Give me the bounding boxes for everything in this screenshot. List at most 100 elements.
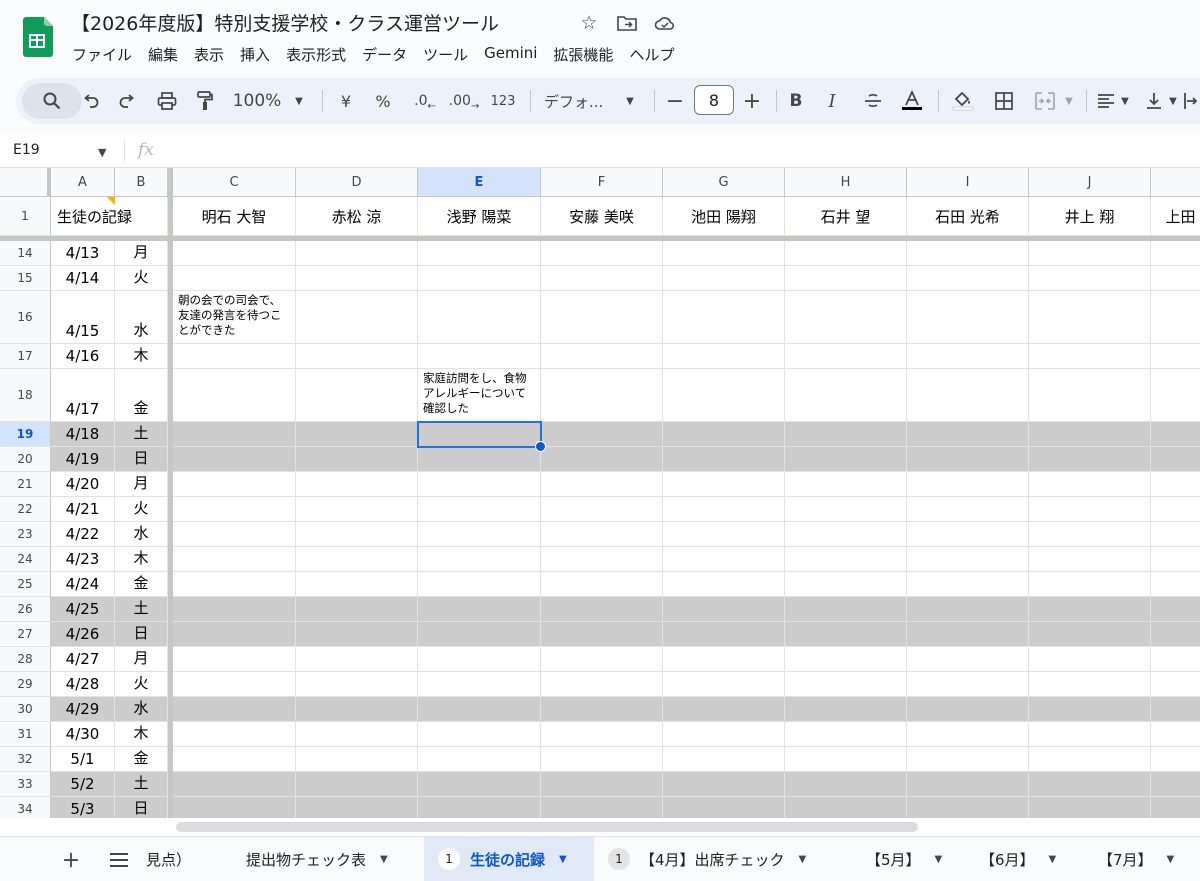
record-cell[interactable]	[663, 422, 785, 447]
record-cell[interactable]	[1029, 344, 1151, 369]
record-cell[interactable]	[541, 422, 663, 447]
date-cell[interactable]: 4/13	[51, 241, 115, 266]
record-cell[interactable]	[663, 547, 785, 572]
record-cell[interactable]	[296, 344, 418, 369]
record-cell[interactable]	[541, 672, 663, 697]
date-cell[interactable]: 5/2	[51, 772, 115, 797]
row-header-32[interactable]: 32	[0, 747, 51, 772]
row-header-31[interactable]: 31	[0, 722, 51, 747]
record-cell[interactable]	[1029, 291, 1151, 344]
record-cell[interactable]	[541, 772, 663, 797]
record-cell[interactable]	[1029, 672, 1151, 697]
date-cell[interactable]: 4/24	[51, 572, 115, 597]
date-cell[interactable]: 5/1	[51, 747, 115, 772]
undo-button[interactable]	[78, 78, 104, 124]
column-header-h[interactable]: H	[785, 168, 907, 197]
record-cell[interactable]	[418, 597, 541, 622]
record-cell[interactable]	[785, 422, 907, 447]
print-button[interactable]	[153, 78, 181, 124]
record-cell[interactable]	[785, 241, 907, 266]
menu-insert[interactable]: 挿入	[232, 42, 278, 67]
record-cell[interactable]	[541, 291, 663, 344]
record-cell[interactable]	[541, 547, 663, 572]
record-cell[interactable]	[541, 472, 663, 497]
decrease-font-size-button[interactable]: −	[664, 78, 686, 124]
record-cell[interactable]	[173, 547, 296, 572]
record-cell[interactable]	[173, 241, 296, 266]
record-cell[interactable]	[1151, 472, 1200, 497]
record-cell[interactable]	[1029, 241, 1151, 266]
column-header-a[interactable]: A	[51, 168, 115, 197]
date-cell[interactable]: 4/20	[51, 472, 115, 497]
student-name-header[interactable]: 浅野 陽菜	[418, 197, 541, 236]
record-cell[interactable]	[907, 241, 1029, 266]
frozen-row-divider[interactable]	[0, 236, 1200, 241]
record-cell[interactable]	[785, 472, 907, 497]
record-cell[interactable]	[296, 422, 418, 447]
record-cell[interactable]	[1151, 547, 1200, 572]
font-family-select[interactable]: デフォ...	[544, 78, 614, 124]
column-header-g[interactable]: G	[663, 168, 785, 197]
record-cell[interactable]	[1029, 472, 1151, 497]
date-cell[interactable]: 4/26	[51, 622, 115, 647]
date-cell[interactable]: 4/19	[51, 447, 115, 472]
text-color-button[interactable]	[898, 78, 926, 124]
record-cell[interactable]	[663, 697, 785, 722]
column-header-b[interactable]: B	[115, 168, 168, 197]
date-cell[interactable]: 4/30	[51, 722, 115, 747]
date-cell[interactable]: 4/15	[51, 291, 115, 344]
record-cell[interactable]	[907, 747, 1029, 772]
row-header-17[interactable]: 17	[0, 344, 51, 369]
record-cell[interactable]	[541, 697, 663, 722]
record-cell[interactable]	[418, 547, 541, 572]
row-header-27[interactable]: 27	[0, 622, 51, 647]
record-cell[interactable]	[1029, 697, 1151, 722]
chevron-down-icon[interactable]: ▼	[380, 854, 388, 865]
more-formats-button[interactable]: 123	[489, 78, 517, 124]
record-cell[interactable]	[173, 447, 296, 472]
record-cell[interactable]	[907, 672, 1029, 697]
record-cell[interactable]	[173, 369, 296, 422]
record-cell[interactable]	[1151, 369, 1200, 422]
menu-file[interactable]: ファイル	[64, 42, 140, 67]
record-cell[interactable]	[663, 522, 785, 547]
zoom-select[interactable]: 100%	[232, 78, 282, 124]
record-cell[interactable]	[418, 422, 541, 447]
record-cell[interactable]	[173, 772, 296, 797]
record-cell[interactable]	[1029, 447, 1151, 472]
record-cell[interactable]	[785, 497, 907, 522]
record-cell[interactable]	[907, 622, 1029, 647]
record-cell[interactable]	[907, 547, 1029, 572]
record-cell[interactable]	[296, 622, 418, 647]
date-cell[interactable]: 4/18	[51, 422, 115, 447]
record-cell[interactable]	[1151, 266, 1200, 291]
row-header-1[interactable]: 1	[0, 197, 51, 236]
row-header-14[interactable]: 14	[0, 241, 51, 266]
record-cell[interactable]	[418, 241, 541, 266]
record-cell[interactable]	[296, 266, 418, 291]
record-cell[interactable]	[1029, 622, 1151, 647]
valign-dropdown-icon[interactable]: ▼	[1166, 78, 1180, 124]
sheet-tab-4[interactable]: 【5月】 ▼	[852, 837, 960, 881]
column-header-j[interactable]: J	[1029, 168, 1151, 197]
row-header-20[interactable]: 20	[0, 447, 51, 472]
row-header-33[interactable]: 33	[0, 772, 51, 797]
record-cell[interactable]	[1151, 291, 1200, 344]
record-cell[interactable]	[663, 622, 785, 647]
weekday-cell[interactable]: 日	[115, 447, 168, 472]
row-header-30[interactable]: 30	[0, 697, 51, 722]
weekday-cell[interactable]: 土	[115, 422, 168, 447]
move-folder-icon[interactable]	[616, 12, 638, 34]
record-cell[interactable]	[1029, 522, 1151, 547]
sheet-tab-5[interactable]: 【6月】 ▼	[966, 837, 1074, 881]
record-cell[interactable]	[296, 747, 418, 772]
record-cell[interactable]	[541, 522, 663, 547]
record-cell[interactable]	[785, 697, 907, 722]
record-cell[interactable]	[173, 722, 296, 747]
record-cell[interactable]	[296, 572, 418, 597]
record-cell[interactable]	[296, 369, 418, 422]
student-name-header[interactable]: 池田 陽翔	[663, 197, 785, 236]
record-cell[interactable]	[785, 672, 907, 697]
record-cell[interactable]	[541, 266, 663, 291]
record-cell[interactable]	[663, 241, 785, 266]
